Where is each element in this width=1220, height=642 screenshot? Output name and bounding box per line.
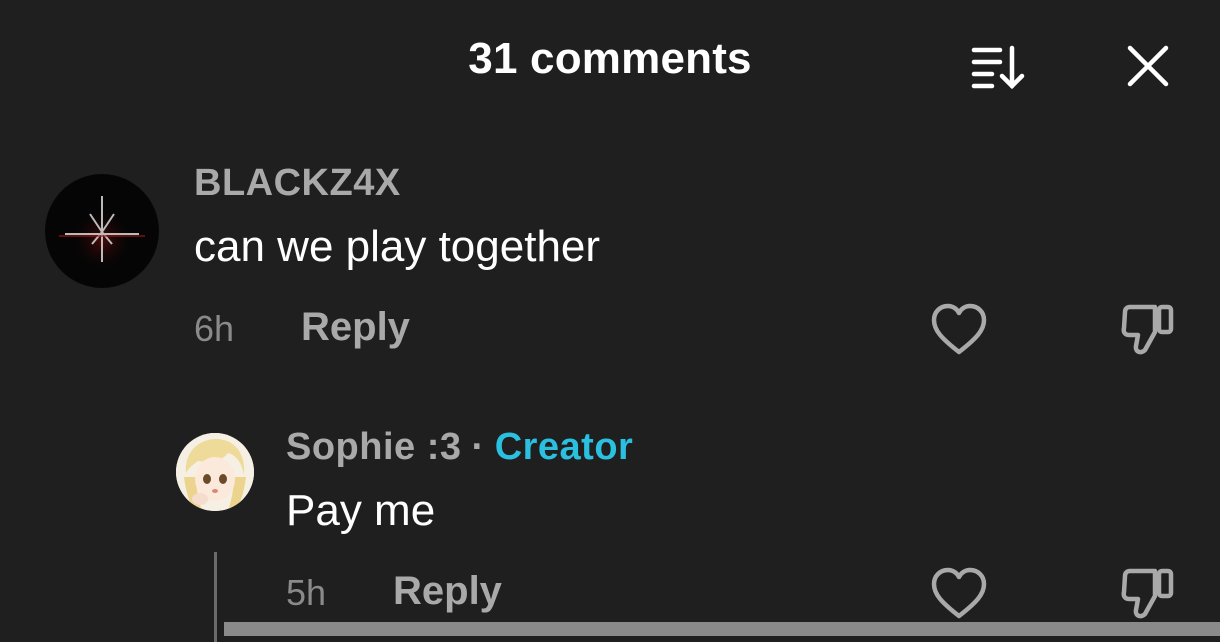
comment-username[interactable]: Sophie :3 <box>286 426 462 468</box>
sort-list-icon <box>971 45 1025 90</box>
comment-timestamp: 6h <box>194 308 235 349</box>
dislike-button[interactable] <box>1117 302 1177 358</box>
thread-line <box>214 552 217 642</box>
anime-girl-avatar <box>176 433 254 511</box>
heart-icon <box>931 303 987 355</box>
comment-username[interactable]: BLACKZ4X <box>194 162 401 205</box>
close-button[interactable] <box>1122 40 1174 92</box>
reply-username-row: Sophie :3 · Creator <box>286 426 633 469</box>
dark-emblem-avatar <box>45 174 159 288</box>
comment-text: Pay me <box>286 486 436 535</box>
avatar[interactable] <box>45 174 159 288</box>
dislike-button[interactable] <box>1117 566 1177 622</box>
sort-button[interactable] <box>966 40 1028 92</box>
thumbs-down-icon <box>1121 304 1174 355</box>
like-button[interactable] <box>929 302 989 358</box>
comments-count-title: 31 comments <box>468 34 752 83</box>
creator-badge: Creator <box>494 426 634 468</box>
comment-timestamp: 5h <box>286 572 327 613</box>
thumbs-down-icon <box>1121 568 1174 619</box>
comments-header: 31 comments <box>0 0 1220 120</box>
like-button[interactable] <box>929 566 989 622</box>
comment-text: can we play together <box>194 222 601 271</box>
close-icon <box>1127 45 1169 87</box>
avatar[interactable] <box>176 433 254 511</box>
heart-icon <box>931 567 987 619</box>
separator-dot: · <box>471 426 485 468</box>
reply-button[interactable]: Reply <box>301 305 410 350</box>
bottom-divider-bar <box>224 622 1220 636</box>
reply-button[interactable]: Reply <box>393 569 502 614</box>
